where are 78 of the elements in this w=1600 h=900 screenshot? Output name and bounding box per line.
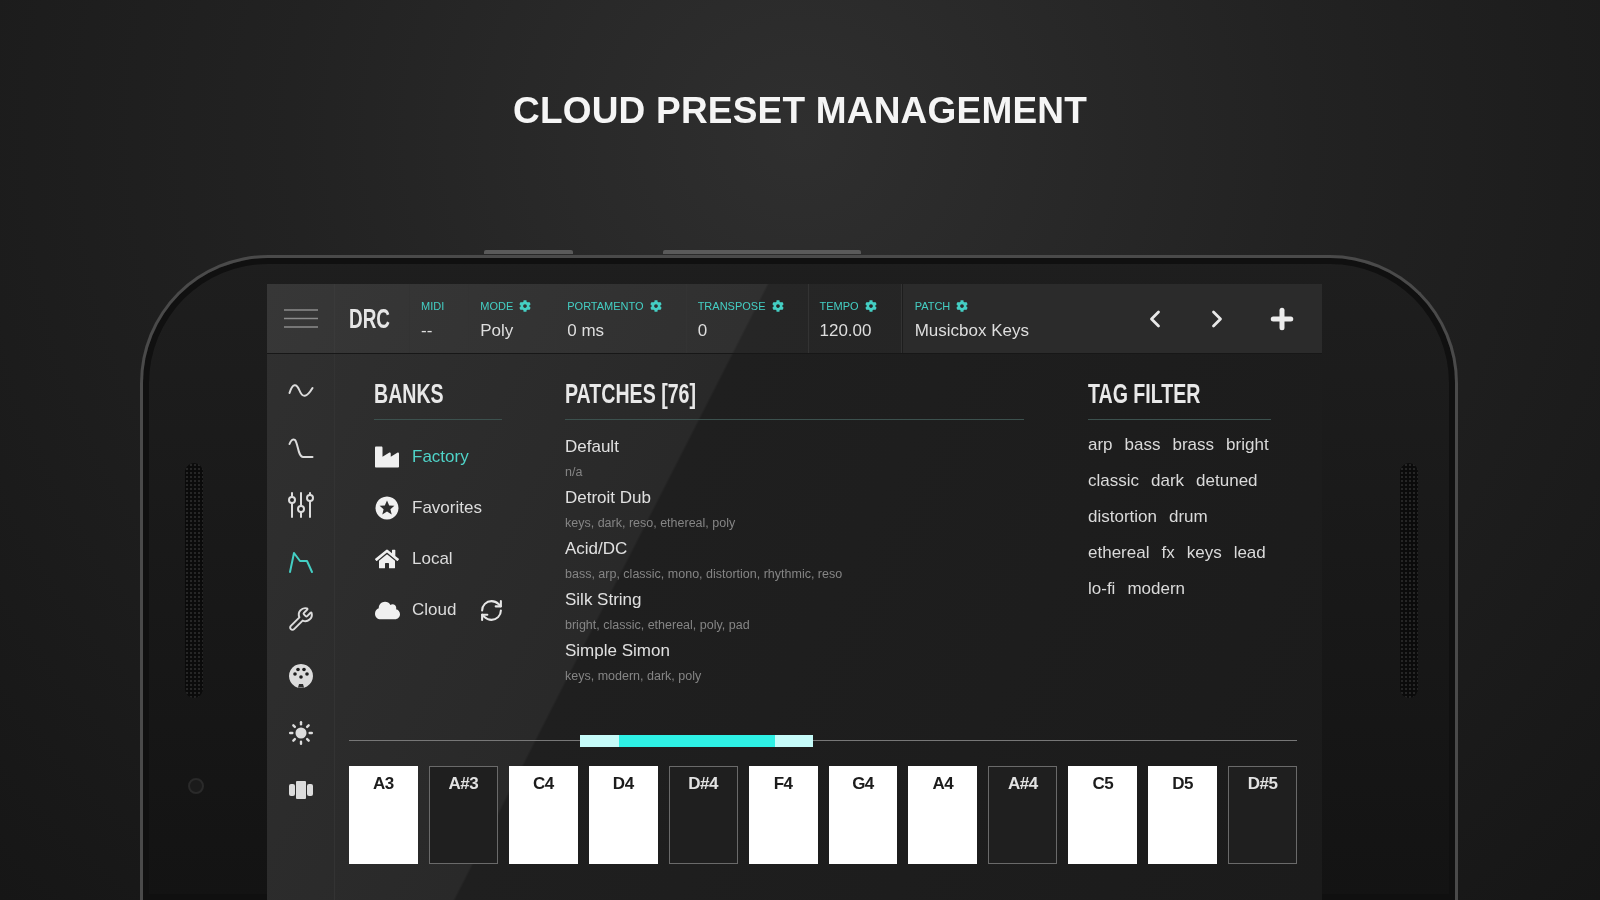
home-icon xyxy=(375,547,399,571)
bank-item[interactable]: Factory xyxy=(374,437,469,477)
bank-item[interactable]: Local xyxy=(374,539,453,579)
patch-tags: bright, classic, ethereal, poly, pad xyxy=(565,616,750,634)
param-label: MODE xyxy=(480,299,514,313)
param-value[interactable]: 120.00 xyxy=(819,320,877,342)
tag-filter-option[interactable]: bass xyxy=(1124,433,1161,457)
star-icon xyxy=(375,496,399,520)
piano-key[interactable]: D4 xyxy=(588,766,658,864)
tag-filter-option[interactable]: dark xyxy=(1151,469,1185,493)
tag-filter-option[interactable]: classic xyxy=(1088,469,1139,493)
scrollbar-thumb[interactable] xyxy=(580,735,813,747)
factory-icon xyxy=(375,445,399,469)
patch-tags: n/a xyxy=(565,463,583,481)
param-value[interactable]: -- xyxy=(421,320,445,342)
patch-name[interactable]: Acid/DC xyxy=(565,537,628,561)
tag-filter-option[interactable]: bright xyxy=(1226,433,1269,457)
page-headline: CLOUD PRESET MANAGEMENT xyxy=(513,89,1087,133)
tag-filter-option[interactable]: drum xyxy=(1169,505,1208,529)
tag-filter-option[interactable]: lead xyxy=(1233,541,1266,565)
tag-filter-option[interactable]: fx xyxy=(1161,541,1175,565)
sync-icon xyxy=(478,597,504,623)
roller-icon xyxy=(288,781,313,799)
piano-key[interactable]: D5 xyxy=(1148,766,1218,864)
piano-key[interactable]: A3 xyxy=(349,766,418,864)
patch-name[interactable]: Simple Simon xyxy=(565,639,670,663)
tag-filter-option[interactable]: brass xyxy=(1172,433,1215,457)
piano-key[interactable]: C5 xyxy=(1068,766,1138,864)
settings-icon[interactable] xyxy=(519,300,532,312)
sun-icon xyxy=(287,720,314,746)
app-logo: DRC xyxy=(349,302,390,335)
patch-name[interactable]: Default xyxy=(565,435,619,459)
param-value[interactable]: 0 xyxy=(697,320,784,342)
menu-icon xyxy=(283,309,318,328)
settings-icon[interactable] xyxy=(649,300,662,312)
tag-filter-option[interactable]: detuned xyxy=(1196,469,1258,493)
piano-key[interactable]: D#4 xyxy=(668,766,738,864)
tag-filter-option[interactable]: keys xyxy=(1186,541,1222,565)
curve-icon xyxy=(287,437,314,459)
patch-tags: keys, dark, reso, ethereal, poly xyxy=(565,514,736,532)
param-label: PORTAMENTO xyxy=(567,299,644,313)
piano-key[interactable]: D#5 xyxy=(1228,766,1298,864)
section-heading: PATCHES [76] xyxy=(565,378,697,410)
section-heading: BANKS xyxy=(374,378,444,410)
piano-key[interactable]: A#4 xyxy=(988,766,1058,864)
section-heading: TAG FILTER xyxy=(1088,378,1201,410)
patch-value[interactable]: Musicbox Keys xyxy=(914,319,1135,342)
bank-item[interactable]: Cloud xyxy=(374,590,457,630)
param-label: MIDI xyxy=(421,299,445,313)
patch-name[interactable]: Detroit Dub xyxy=(565,486,651,510)
connector-icon xyxy=(287,663,314,689)
settings-icon[interactable] xyxy=(956,299,969,312)
piano-key[interactable]: A4 xyxy=(908,766,978,864)
patch-tags: keys, modern, dark, poly xyxy=(565,667,702,685)
piano-key[interactable]: F4 xyxy=(748,766,818,864)
patch-name[interactable]: Silk String xyxy=(565,588,642,612)
param-value[interactable]: Poly xyxy=(480,320,532,342)
piano-key[interactable]: A#3 xyxy=(428,766,498,864)
param-label: TEMPO xyxy=(819,299,859,313)
piano-key[interactable]: G4 xyxy=(828,766,898,864)
param-label: PATCH xyxy=(914,298,951,313)
envelope-graph-icon xyxy=(287,550,314,574)
piano-key[interactable]: C4 xyxy=(508,766,578,864)
tag-filter-option[interactable]: lo-fi xyxy=(1088,577,1116,601)
sliders-icon xyxy=(287,491,314,519)
tag-filter-option[interactable]: ethereal xyxy=(1088,541,1150,565)
settings-icon[interactable] xyxy=(771,300,784,312)
settings-icon[interactable] xyxy=(864,300,877,312)
tag-filter-option[interactable]: arp xyxy=(1088,433,1113,457)
param-label: TRANSPOSE xyxy=(697,299,766,313)
tag-filter-option[interactable]: modern xyxy=(1127,577,1186,601)
wrench-icon xyxy=(287,606,314,632)
menu-button[interactable] xyxy=(283,309,318,328)
param-value[interactable]: 0 ms xyxy=(567,320,662,342)
patch-tags: bass, arp, classic, mono, distortion, rhythmic, reso xyxy=(565,565,843,583)
bank-item[interactable]: Favorites xyxy=(374,488,482,528)
tag-filter-option[interactable]: distortion xyxy=(1088,505,1157,529)
sine-wave-icon xyxy=(287,384,314,398)
